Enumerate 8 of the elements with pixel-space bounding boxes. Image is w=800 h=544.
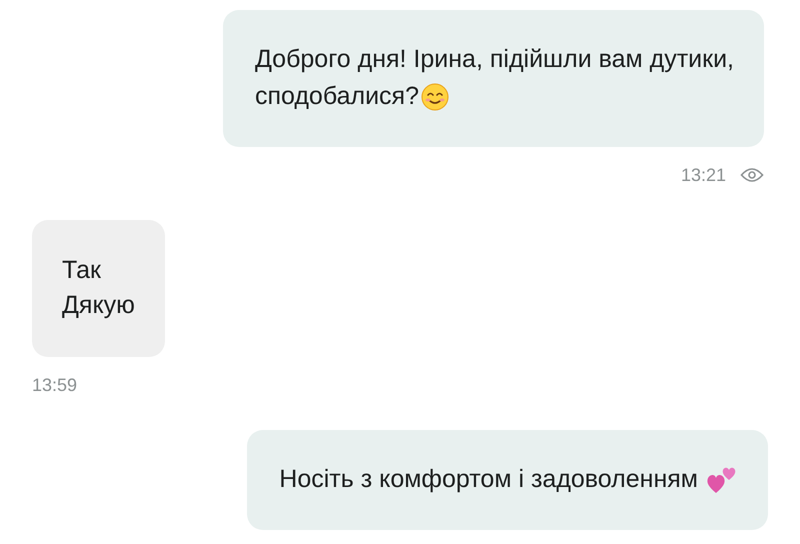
- message-time: 13:21: [680, 164, 726, 186]
- smiling-face-icon: [420, 82, 449, 110]
- message-time: 13:59: [32, 374, 78, 396]
- message-text: Так: [62, 255, 101, 286]
- message-text: сподобалися?: [254, 81, 419, 112]
- message-text: Носіть з комфортом і задоволенням: [279, 464, 698, 495]
- message-text: Доброго дня! Ірина, підійшли вам дутики,: [254, 44, 734, 75]
- message-text: Дякую: [62, 290, 135, 321]
